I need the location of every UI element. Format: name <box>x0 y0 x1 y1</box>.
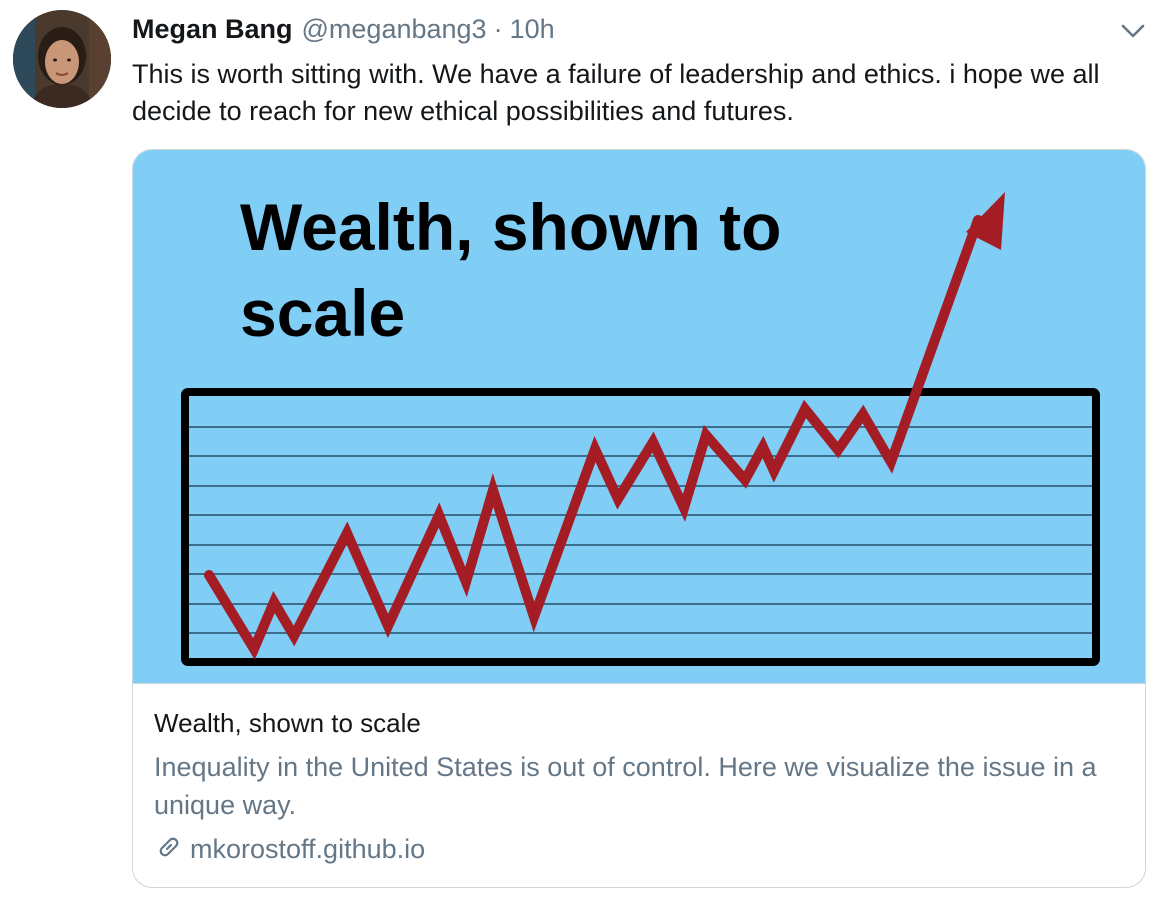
chevron-down-icon[interactable] <box>1119 20 1147 42</box>
tweet-text: This is worth sitting with. We have a fa… <box>132 59 1100 126</box>
card-domain[interactable]: mkorostoff.github.io <box>190 834 425 865</box>
card-title[interactable]: Wealth, shown to scale <box>154 708 421 739</box>
timestamp[interactable]: 10h <box>510 14 555 45</box>
tweet-header: Megan Bang @meganbang3 · 10h <box>132 14 555 50</box>
chart-frame <box>181 388 1100 666</box>
card-divider <box>133 683 1145 684</box>
author-handle[interactable]: @meganbang3 <box>302 14 487 45</box>
avatar[interactable] <box>13 10 111 108</box>
card-image: Wealth, shown to scale <box>133 150 1145 683</box>
author-name[interactable]: Megan Bang <box>132 14 293 45</box>
separator-dot: · <box>493 14 503 44</box>
card-image-title: Wealth, shown to scale <box>240 190 782 350</box>
card-description: Inequality in the United States is out o… <box>154 752 1097 820</box>
link-card[interactable]: Wealth, shown to scale Wealth, shown to … <box>132 149 1146 888</box>
link-icon <box>154 832 184 867</box>
card-domain-row[interactable]: mkorostoff.github.io <box>154 832 425 867</box>
tweet[interactable]: Megan Bang @meganbang3 · 10h This is wor… <box>0 0 1162 898</box>
